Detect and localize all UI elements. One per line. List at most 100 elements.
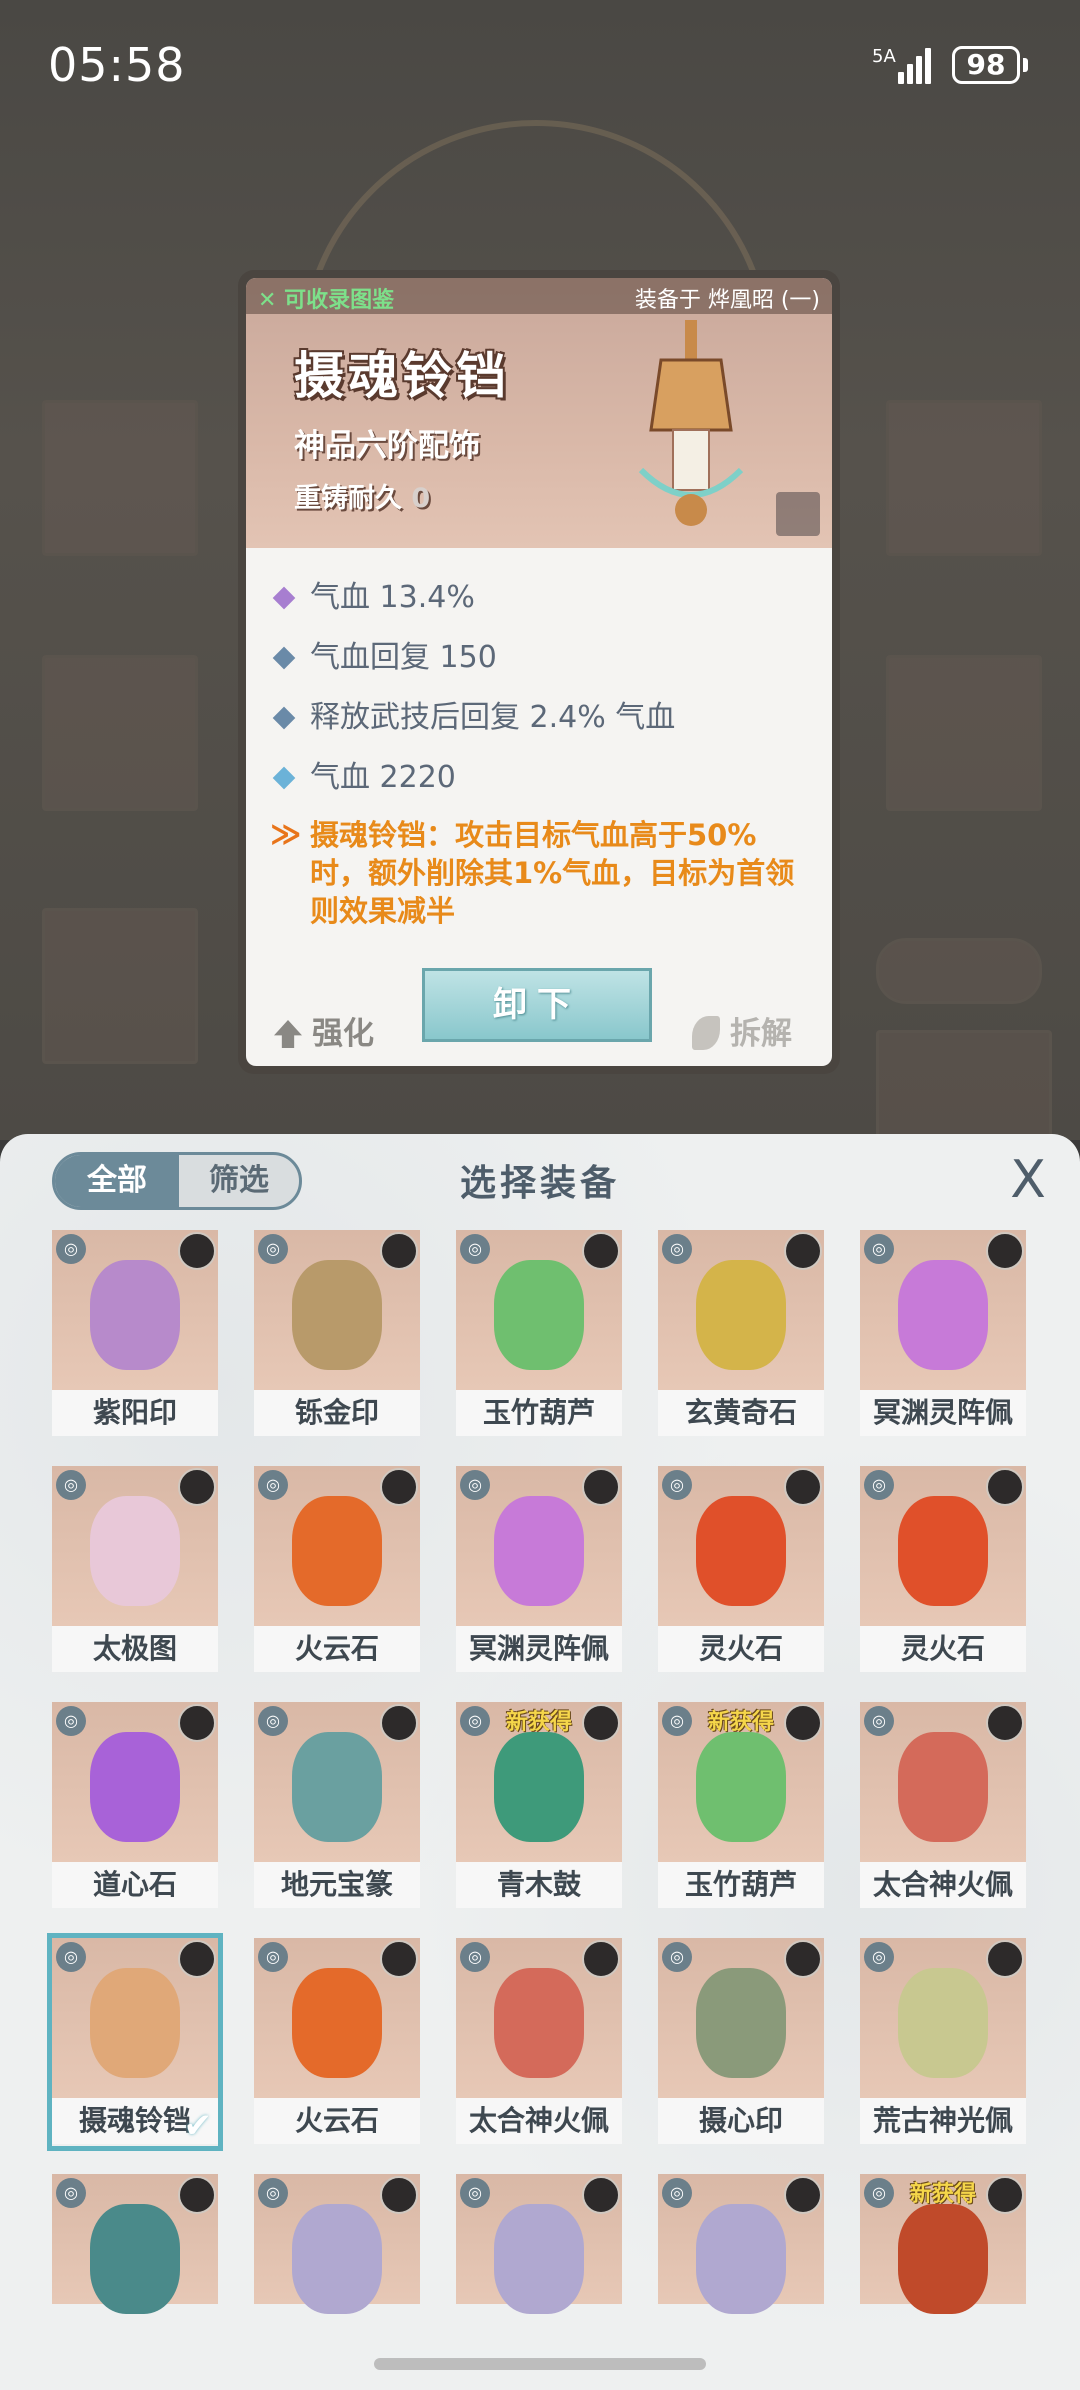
equipment-item[interactable]: ◎ <box>456 2174 622 2314</box>
clock: 05:58 <box>48 38 186 92</box>
element-icon: ◎ <box>56 1470 86 1500</box>
equipment-item[interactable]: ◎ 火云石 <box>254 1938 420 2146</box>
diamond-icon <box>272 646 296 670</box>
equipment-item[interactable]: ◎ 玄黄奇石 <box>658 1230 824 1438</box>
equipment-item[interactable]: ◎ 太极图 <box>52 1466 218 1674</box>
equipment-item[interactable]: ◎ 火云石 <box>254 1466 420 1674</box>
equipment-item[interactable]: ◎ 冥渊灵阵佩 <box>456 1466 622 1674</box>
equipment-item[interactable]: ◎ 新获得 青木鼓 <box>456 1702 622 1910</box>
stat-row: 气血回复 150 <box>270 628 810 688</box>
equipment-item[interactable]: ◎ 摄心印 <box>658 1938 824 2146</box>
item-name: 摄魂铃铛 <box>294 346 510 405</box>
hero-avatar-icon <box>380 1940 418 1978</box>
new-badge: 新获得 <box>909 2182 976 2207</box>
hero-avatar-icon <box>582 1232 620 1270</box>
disassemble-label: 拆解 <box>730 1016 792 1052</box>
equipment-item[interactable]: ◎ 地元宝篆 <box>254 1702 420 1910</box>
item-name-label: 玄黄奇石 <box>658 1390 824 1436</box>
bell-artwork <box>638 320 744 526</box>
stat-list: 气血 13.4% 气血回复 150 释放武技后回复 2.4% 气血 气血 222… <box>270 568 810 930</box>
item-object-icon <box>292 1968 382 2078</box>
lock-button[interactable] <box>776 492 820 536</box>
equipment-item[interactable]: ◎ 太合神火佩 <box>456 1938 622 2146</box>
element-icon: ◎ <box>460 1470 490 1500</box>
disassemble-button[interactable]: 拆解 <box>692 1008 792 1053</box>
item-name-label: 荒古神光佩 <box>860 2098 1026 2144</box>
element-icon: ◎ <box>258 2178 288 2208</box>
stat-text: 气血 13.4% <box>310 580 475 615</box>
item-name-label: 玉竹葫芦 <box>456 1390 622 1436</box>
equipment-item[interactable]: ◎ <box>658 2174 824 2314</box>
item-name-label: 火云石 <box>254 1626 420 1672</box>
signal-icon <box>898 44 940 84</box>
hero-avatar-icon <box>784 1940 822 1978</box>
equipment-item[interactable]: ◎ <box>254 2174 420 2314</box>
element-icon: ◎ <box>258 1942 288 1972</box>
element-icon: ◎ <box>460 1942 490 1972</box>
item-name-label: 地元宝篆 <box>254 1862 420 1908</box>
collectible-label: ✕ 可收录图鉴 <box>258 288 395 313</box>
equipment-item[interactable]: ◎ 新获得 <box>860 2174 1026 2314</box>
hero-avatar-icon <box>380 1704 418 1742</box>
item-name-label: 道心石 <box>52 1862 218 1908</box>
hero-avatar-icon <box>178 1940 216 1978</box>
item-object-icon <box>494 2204 584 2314</box>
enhance-button[interactable]: 强化 <box>274 1008 374 1053</box>
element-icon: ◎ <box>662 1470 692 1500</box>
item-object-icon <box>696 2204 786 2314</box>
hero-avatar-icon <box>784 1468 822 1506</box>
diamond-icon <box>272 766 296 790</box>
item-object-icon <box>898 2204 988 2314</box>
item-object-icon <box>90 1496 180 1606</box>
hero-avatar-icon <box>784 2176 822 2214</box>
card-header: ✕ 可收录图鉴 装备于 烨凰昭 (一) 摄魂铃铛 神品六阶配饰 重铸耐久 0 <box>246 278 832 548</box>
enhance-label: 强化 <box>312 1016 374 1052</box>
item-name-label: 冥渊灵阵佩 <box>860 1390 1026 1436</box>
item-object-icon <box>494 1260 584 1370</box>
equipment-item[interactable]: ◎ 玉竹葫芦 <box>456 1230 622 1438</box>
equip-slot-ghost <box>42 400 198 556</box>
equipment-item[interactable]: ◎ 冥渊灵阵佩 <box>860 1230 1026 1438</box>
hero-avatar-icon <box>986 1468 1024 1506</box>
item-name-label: 紫阳印 <box>52 1390 218 1436</box>
equip-slot-ghost <box>886 655 1042 811</box>
spirit-beast-button-ghost <box>876 938 1042 1004</box>
hero-avatar-icon <box>380 1468 418 1506</box>
battery-icon: 98 <box>952 46 1020 84</box>
item-name-label: 太合神火佩 <box>860 1862 1026 1908</box>
item-object-icon <box>90 1968 180 2078</box>
hero-avatar-icon <box>986 1704 1024 1742</box>
hero-avatar-icon <box>784 1232 822 1270</box>
element-icon: ◎ <box>258 1706 288 1736</box>
item-name-label: 铄金印 <box>254 1390 420 1436</box>
equipment-item[interactable]: ◎ 铄金印 <box>254 1230 420 1438</box>
hero-avatar-icon <box>178 1232 216 1270</box>
unload-button[interactable]: 卸下 <box>422 968 652 1042</box>
tab-filter[interactable]: 筛选 <box>179 1155 299 1207</box>
equipment-item[interactable]: ◎ 新获得 玉竹葫芦 <box>658 1702 824 1910</box>
equipment-item[interactable]: ◎ 荒古神光佩 <box>860 1938 1026 2146</box>
item-name-label: 摄心印 <box>658 2098 824 2144</box>
home-indicator[interactable] <box>374 2358 706 2370</box>
check-icon: ✔ <box>183 2106 213 2146</box>
equipment-item[interactable]: ◎ 灵火石 <box>658 1466 824 1674</box>
item-object-icon <box>696 1968 786 2078</box>
equipment-item[interactable]: ◎ 紫阳印 <box>52 1230 218 1438</box>
equipment-item[interactable]: ◎ <box>52 2174 218 2314</box>
close-icon[interactable]: X <box>1000 1154 1056 1210</box>
equipment-item[interactable]: ◎ 太合神火佩 <box>860 1702 1026 1910</box>
item-object-icon <box>494 1496 584 1606</box>
hero-avatar-icon <box>986 1940 1024 1978</box>
battery-tip <box>1023 58 1028 72</box>
item-name-label: 太极图 <box>52 1626 218 1672</box>
equipment-item[interactable]: ◎ 灵火石 <box>860 1466 1026 1674</box>
equipment-item[interactable]: ◎ 道心石 <box>52 1702 218 1910</box>
stat-text: 释放武技后回复 2.4% 气血 <box>310 700 676 735</box>
hero-avatar-icon <box>582 1940 620 1978</box>
hero-avatar-icon <box>178 1704 216 1742</box>
equip-slot-ghost <box>42 908 198 1064</box>
stat-row: 气血 2220 <box>270 748 810 808</box>
equipment-item[interactable]: ◎ 摄魂铃铛 ✔ <box>47 1933 223 2151</box>
item-object-icon <box>898 1260 988 1370</box>
tab-all[interactable]: 全部 <box>55 1155 179 1207</box>
